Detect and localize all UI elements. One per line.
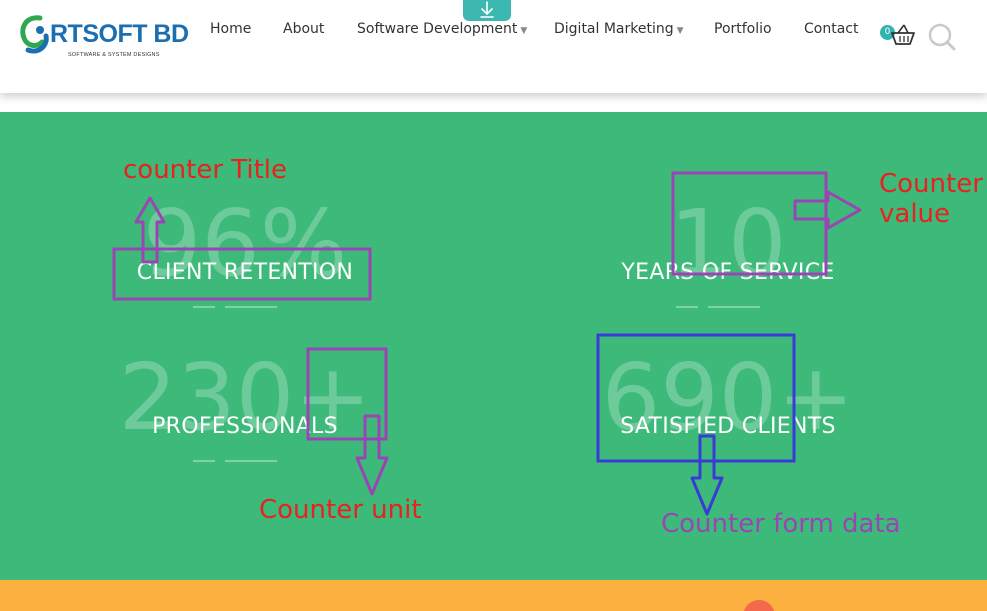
annotation-counter-form-data: Counter form data: [661, 509, 901, 539]
counter-client-retention: 96% CLIENT RETENTION: [95, 198, 395, 318]
brand-tagline: SOFTWARE & SYSTEM DESIGNS: [68, 52, 160, 58]
search-icon: [928, 23, 956, 51]
counter-title: YEARS OF SERVICE: [621, 260, 835, 285]
nav-item-home[interactable]: Home: [210, 21, 251, 37]
nav-item-label: Portfolio: [714, 21, 772, 37]
counter-divider: [578, 460, 878, 462]
nav-item-label: Home: [210, 21, 252, 37]
nav-item-portfolio[interactable]: Portfolio: [714, 21, 772, 37]
footer-band: [0, 580, 987, 611]
counter-years-of-service: 10 YEARS OF SERVICE: [578, 198, 878, 318]
counter-satisfied-clients: 690+ SATISFIED CLIENTS: [578, 352, 878, 472]
brand-logo[interactable]: RTSOFT BD SOFTWARE & SYSTEM DESIGNS: [18, 12, 189, 62]
counter-divider: [95, 460, 395, 462]
nav-item-label: Contact: [804, 21, 859, 37]
download-tab[interactable]: [463, 0, 511, 21]
annotation-counter-title: counter Title: [123, 155, 288, 185]
download-icon: [480, 1, 494, 18]
caret-down-icon: ▼: [520, 26, 528, 36]
brand-name: RTSOFT BD: [50, 20, 189, 48]
nav-item-digital-marketing[interactable]: Digital Marketing ▼: [554, 21, 684, 37]
counter-divider: [578, 306, 878, 308]
counter-title: CLIENT RETENTION: [136, 260, 354, 285]
site-header: RTSOFT BD SOFTWARE & SYSTEM DESIGNS Home…: [0, 0, 987, 93]
counter-professionals: 230+ PROFESSIONALS: [95, 352, 395, 472]
brand-logo-icon: [20, 15, 49, 54]
cart-button[interactable]: 0: [880, 22, 916, 48]
nav-item-label: About: [283, 21, 325, 37]
nav-item-label: Digital Marketing: [554, 21, 674, 37]
annotation-counter-value: Counter value: [879, 169, 983, 229]
nav-item-label: Software Development: [357, 21, 518, 37]
nav-item-about[interactable]: About: [283, 21, 324, 37]
search-button[interactable]: [927, 22, 957, 52]
counter-title: PROFESSIONALS: [152, 414, 338, 439]
annotation-counter-unit: Counter unit: [259, 495, 422, 525]
nav-item-software-development[interactable]: Software Development ▼: [357, 21, 527, 37]
counter-divider: [95, 306, 395, 308]
nav-item-contact[interactable]: Contact: [804, 21, 858, 37]
basket-icon: [891, 24, 915, 45]
caret-down-icon: ▼: [676, 26, 684, 36]
counter-title: SATISFIED CLIENTS: [620, 414, 836, 439]
